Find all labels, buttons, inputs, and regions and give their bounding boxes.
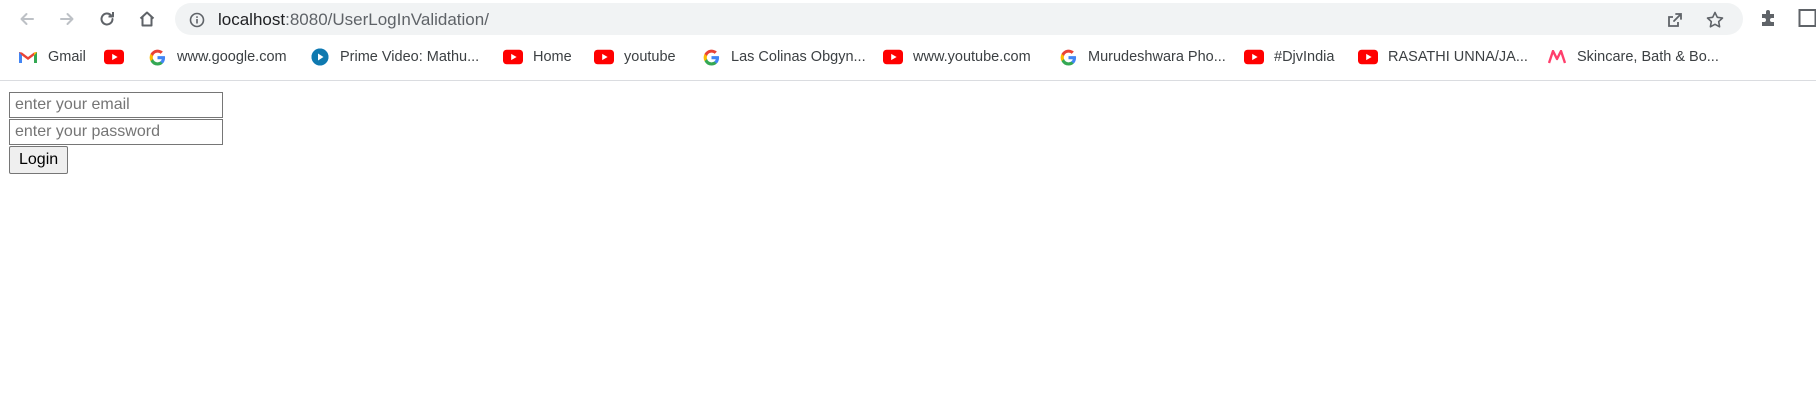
- myntra-icon: [1547, 48, 1567, 66]
- bookmark-las-colinas[interactable]: Las Colinas Obgyn...: [701, 46, 866, 68]
- back-button[interactable]: [13, 5, 41, 33]
- browser-chrome: localhost:8080/UserLogInValidation/ Gmai…: [0, 0, 1816, 81]
- password-input[interactable]: [9, 119, 223, 145]
- bookmark-label: #DjvIndia: [1274, 49, 1335, 65]
- prime-video-icon: [310, 48, 330, 66]
- bookmark-home[interactable]: Home: [503, 46, 572, 68]
- site-info-icon[interactable]: [189, 12, 205, 28]
- bookmark-label: Las Colinas Obgyn...: [731, 49, 866, 65]
- youtube-icon: [503, 48, 523, 66]
- email-input[interactable]: [9, 92, 223, 118]
- home-button[interactable]: [133, 5, 161, 33]
- address-bar[interactable]: localhost:8080/UserLogInValidation/: [175, 3, 1743, 35]
- url-path: :8080/UserLogInValidation/: [285, 10, 489, 29]
- bookmark-rasathi[interactable]: RASATHI UNNA/JA...: [1358, 46, 1528, 68]
- bookmark-skincare[interactable]: Skincare, Bath & Bo...: [1547, 46, 1719, 68]
- bookmark-youtube-com[interactable]: www.youtube.com: [883, 46, 1031, 68]
- bookmarks-bar: Gmail www.google.com Prime Video: Mathu.…: [0, 43, 1816, 73]
- google-icon: [701, 48, 721, 66]
- login-button[interactable]: Login: [9, 146, 69, 174]
- bookmark-prime-video[interactable]: Prime Video: Mathu...: [310, 46, 479, 68]
- youtube-icon: [1244, 48, 1264, 66]
- youtube-icon: [104, 48, 124, 66]
- chrome-divider: [0, 80, 1816, 81]
- forward-arrow-icon: [60, 13, 74, 25]
- side-panel-icon[interactable]: [1798, 8, 1816, 28]
- reload-button[interactable]: [93, 5, 121, 33]
- login-form: Login: [9, 92, 223, 174]
- bookmark-label: youtube: [624, 49, 676, 65]
- youtube-icon: [594, 48, 614, 66]
- reload-icon: [100, 12, 114, 26]
- url-host: localhost: [218, 10, 286, 29]
- bookmark-google[interactable]: www.google.com: [147, 46, 287, 68]
- back-arrow-icon: [20, 13, 34, 25]
- bookmark-gmail[interactable]: Gmail: [18, 46, 86, 68]
- google-icon: [1058, 48, 1078, 66]
- bookmark-label: Murudeshwara Pho...: [1088, 49, 1226, 65]
- extensions-puzzle-icon[interactable]: [1758, 7, 1780, 29]
- bookmark-star-icon[interactable]: [1705, 10, 1725, 30]
- bookmark-label: Gmail: [48, 49, 86, 65]
- bookmark-label: Home: [533, 49, 572, 65]
- bookmark-label: www.youtube.com: [913, 49, 1031, 65]
- bookmark-djvindia[interactable]: #DjvIndia: [1244, 46, 1334, 68]
- google-icon: [147, 48, 167, 66]
- bookmark-label: www.google.com: [177, 49, 287, 65]
- bookmark-label: Prime Video: Mathu...: [340, 49, 480, 65]
- forward-button[interactable]: [53, 5, 81, 33]
- gmail-icon: [18, 48, 38, 66]
- browser-toolbar: localhost:8080/UserLogInValidation/: [0, 0, 1816, 38]
- home-icon: [139, 11, 155, 27]
- url-text[interactable]: localhost:8080/UserLogInValidation/: [218, 10, 489, 30]
- share-icon[interactable]: [1665, 10, 1685, 30]
- bookmark-murudeshwara[interactable]: Murudeshwara Pho...: [1058, 46, 1226, 68]
- bookmark-youtube-icon-only[interactable]: [104, 46, 134, 68]
- bookmark-label: RASATHI UNNA/JA...: [1388, 49, 1528, 65]
- bookmark-youtube[interactable]: youtube: [594, 46, 676, 68]
- youtube-icon: [1358, 48, 1378, 66]
- bookmark-label: Skincare, Bath & Bo...: [1577, 49, 1719, 65]
- youtube-icon: [883, 48, 903, 66]
